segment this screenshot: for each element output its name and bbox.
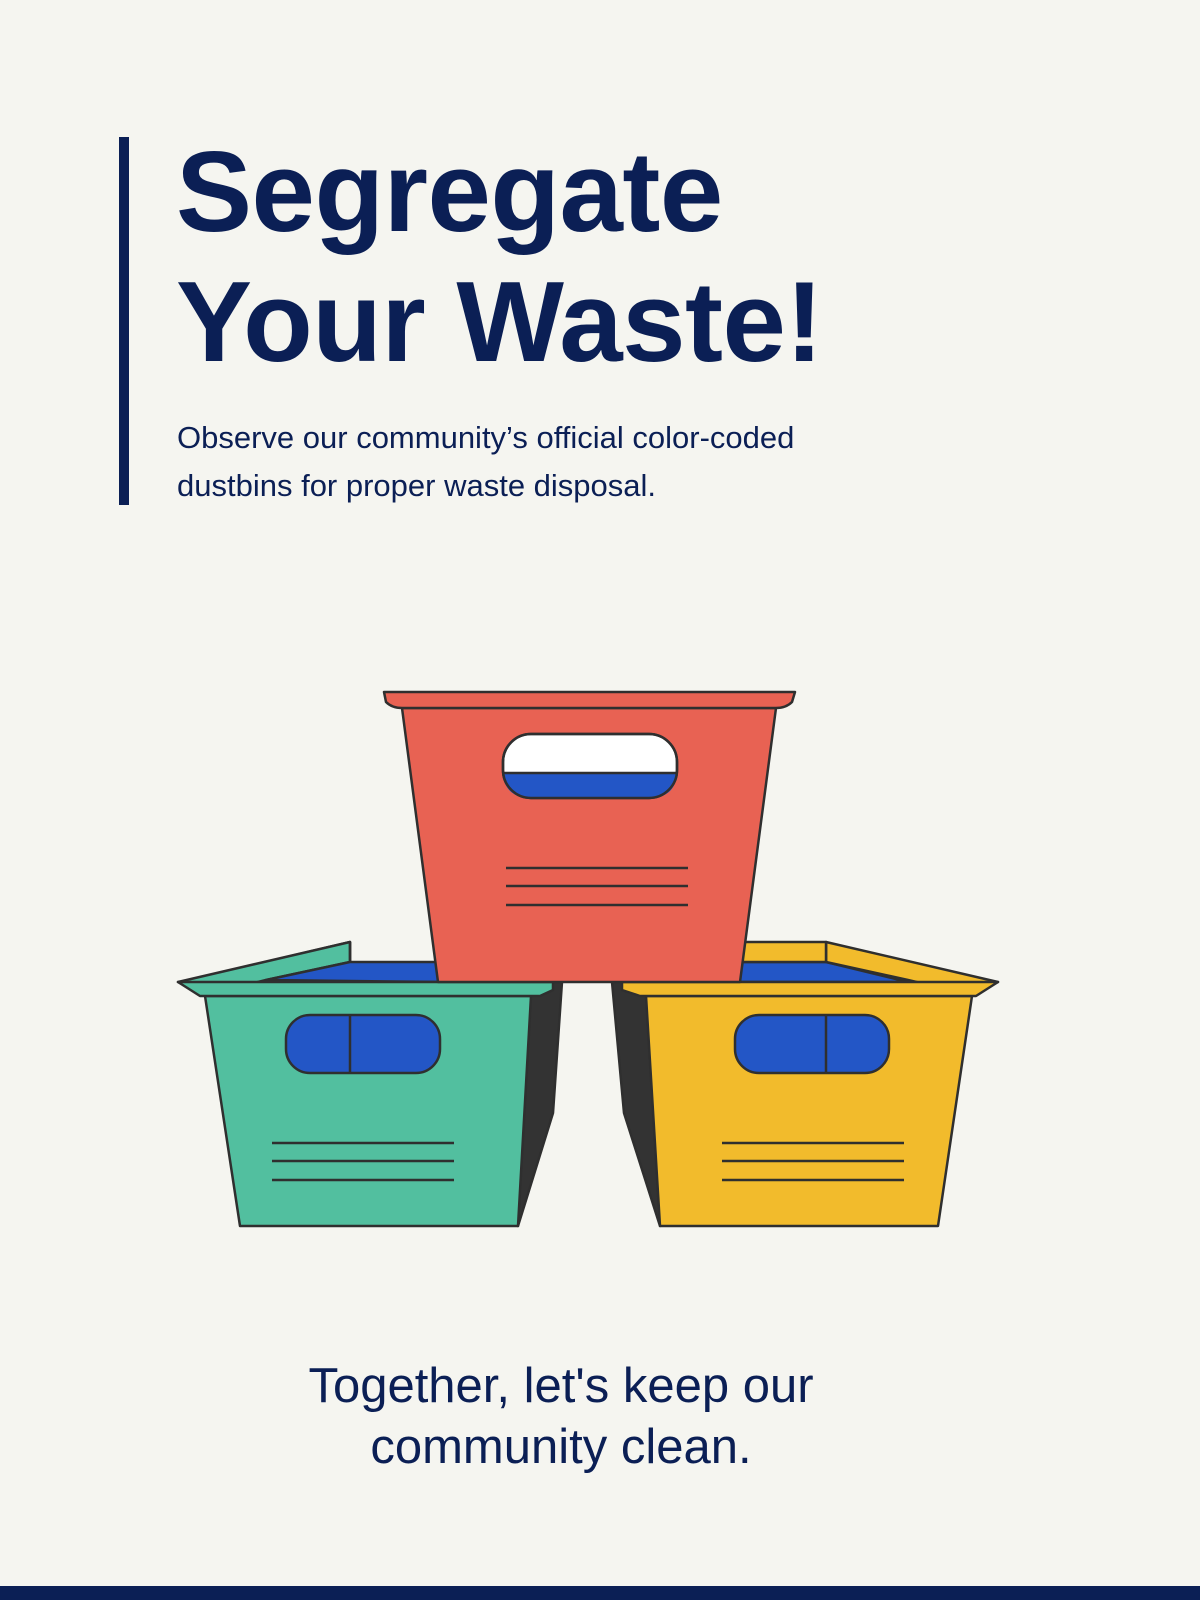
tagline-line-1: Together, let's keep our bbox=[308, 1359, 814, 1413]
tagline-line-2: community clean. bbox=[370, 1420, 752, 1474]
footer-band bbox=[0, 1586, 1200, 1600]
recycling-poster: Segregate Your Waste! Observe our commun… bbox=[0, 0, 1200, 1600]
red-bin bbox=[382, 690, 797, 984]
green-bin bbox=[176, 940, 564, 1228]
yellow-bin bbox=[610, 940, 1000, 1228]
tagline: Together, let's keep our community clean… bbox=[0, 1356, 1122, 1478]
